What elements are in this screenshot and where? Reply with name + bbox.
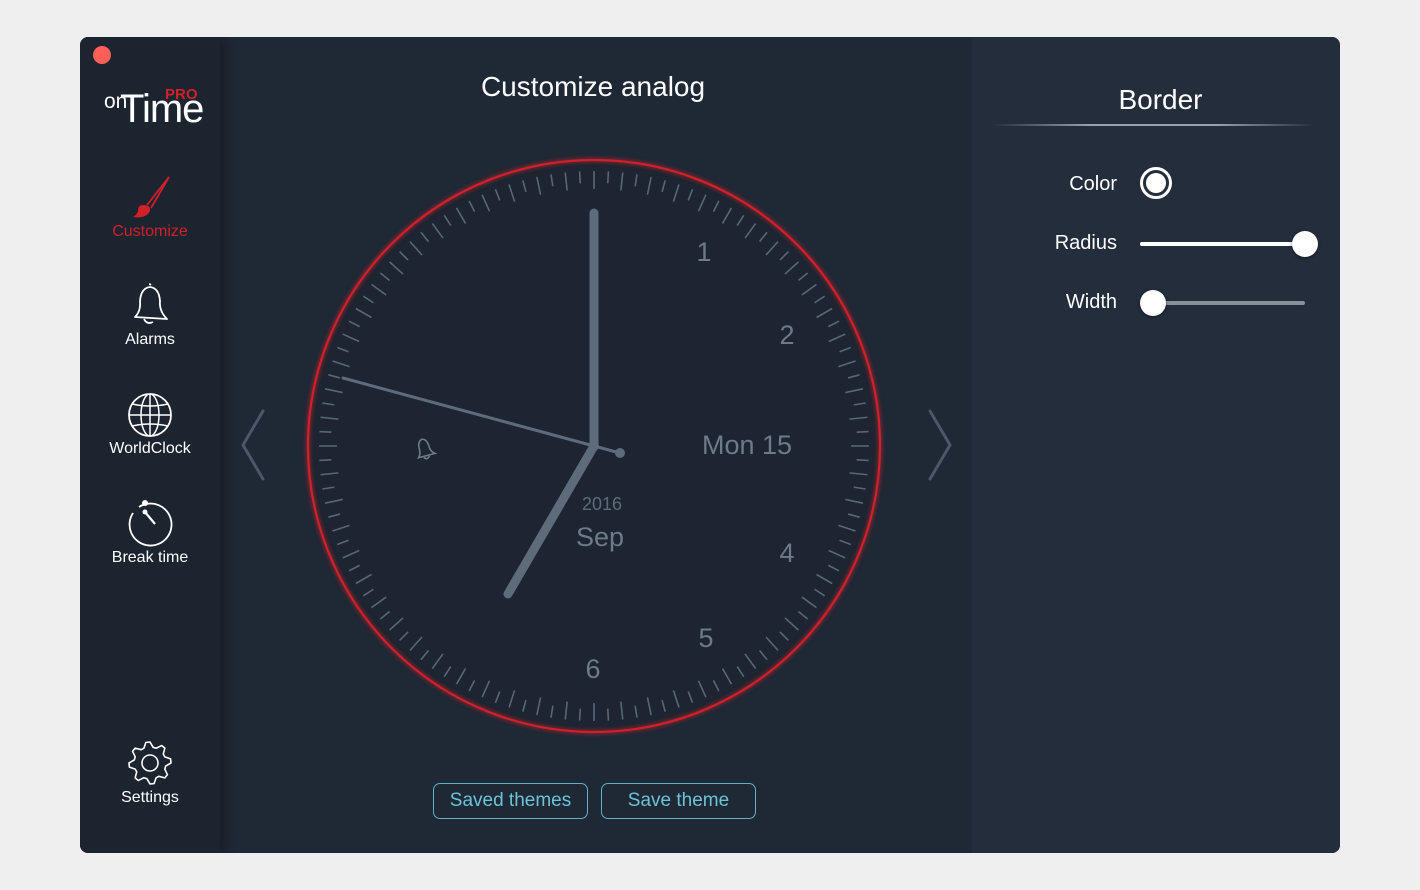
radius-label: Radius <box>1054 232 1117 254</box>
app-window: on Time PRO Customize Alarms WorldClock … <box>80 37 1340 853</box>
clock-tick <box>856 458 869 462</box>
border-color-swatch[interactable] <box>1140 167 1172 199</box>
date-label: Mon 15 <box>702 430 792 460</box>
gear-icon <box>128 741 172 785</box>
settings-button[interactable]: Settings <box>80 739 220 807</box>
numeral-4: 4 <box>779 538 794 568</box>
numeral-1: 1 <box>696 237 711 267</box>
sidebar-item-breaktime[interactable]: Break time <box>80 499 220 567</box>
app-logo: on Time PRO <box>104 85 204 131</box>
panel-divider <box>992 124 1315 126</box>
sidebar-item-worldclock[interactable]: WorldClock <box>80 392 220 458</box>
clock-tick <box>578 708 582 721</box>
border-settings-panel: Border Color Radius Width <box>972 37 1340 853</box>
color-label: Color <box>1069 173 1117 195</box>
width-slider[interactable] <box>1140 290 1305 316</box>
sidebar-item-alarms[interactable]: Alarms <box>80 283 220 349</box>
logo-pro-badge: PRO <box>165 86 198 103</box>
analog-clock: 1 2 4 5 6 Mon 15 2016 Sep <box>306 158 882 734</box>
width-label: Width <box>1065 291 1117 313</box>
month-label: Sep <box>576 522 624 552</box>
radius-slider-fill <box>1140 242 1305 246</box>
clock-tick <box>319 430 332 434</box>
saved-themes-button[interactable]: Saved themes <box>433 783 588 819</box>
panel-title: Border <box>1118 84 1203 115</box>
logo-on-text: on <box>104 90 128 113</box>
sidebar-item-label: WorldClock <box>109 440 191 457</box>
radius-slider[interactable] <box>1140 231 1318 257</box>
sidebar: on Time PRO Customize Alarms WorldClock … <box>80 37 220 853</box>
width-slider-knob[interactable] <box>1140 290 1167 316</box>
globe-icon <box>128 393 172 437</box>
numeral-5: 5 <box>698 623 713 653</box>
settings-label: Settings <box>121 789 179 806</box>
clock-tick <box>319 458 332 462</box>
clock-tick <box>606 708 610 721</box>
close-window-button[interactable] <box>93 46 111 64</box>
border-color-fill <box>1146 173 1166 193</box>
sidebar-item-label: Alarms <box>125 331 175 348</box>
year-label: 2016 <box>582 494 622 514</box>
save-theme-button[interactable]: Save theme <box>601 783 756 819</box>
clock-tick <box>856 430 869 434</box>
sidebar-item-customize[interactable]: Customize <box>80 175 220 241</box>
stopwatch-icon <box>128 500 173 547</box>
sidebar-item-label: Customize <box>112 223 188 240</box>
numeral-6: 6 <box>585 654 600 684</box>
sidebar-item-label: Break time <box>111 549 189 566</box>
center-cap <box>589 441 599 451</box>
radius-slider-knob[interactable] <box>1292 231 1318 257</box>
clock-tick <box>606 171 610 184</box>
second-hand-counterweight <box>615 448 625 458</box>
paintbrush-icon <box>133 176 170 218</box>
numeral-2: 2 <box>779 320 794 350</box>
bell-icon <box>134 283 168 324</box>
main-area: Customize analog 1 2 4 5 6 Mon 15 2016 S… <box>220 37 972 853</box>
clock-tick <box>578 171 582 184</box>
